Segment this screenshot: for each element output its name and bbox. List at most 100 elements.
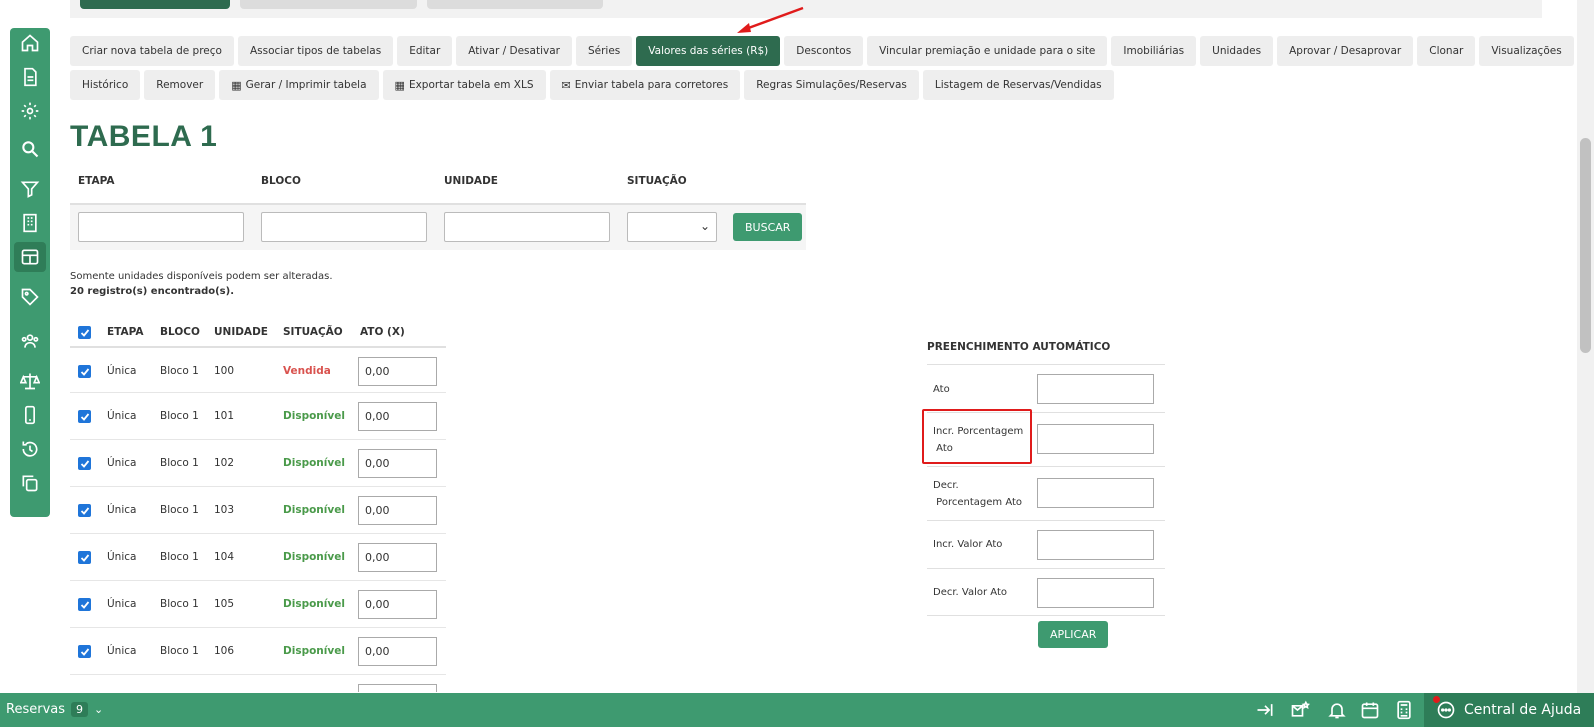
row-checkbox[interactable] bbox=[78, 645, 91, 658]
users-icon[interactable] bbox=[14, 326, 46, 356]
auto-incr-valor-input[interactable] bbox=[1037, 530, 1154, 560]
table-row-partial bbox=[70, 675, 446, 692]
top-tab-2[interactable] bbox=[240, 0, 417, 9]
check-icon bbox=[80, 367, 89, 376]
table-icon[interactable] bbox=[14, 242, 46, 272]
visualizacoes-button[interactable]: Visualizações bbox=[1479, 36, 1574, 66]
top-tab-1[interactable] bbox=[80, 0, 230, 9]
ato-input[interactable]: 0,00 bbox=[358, 357, 437, 386]
ato-input[interactable]: 0,00 bbox=[358, 637, 437, 666]
listagem-reservas-button[interactable]: Listagem de Reservas/Vendidas bbox=[922, 70, 1114, 100]
row-checkbox[interactable] bbox=[78, 410, 91, 423]
auto-incr-pct-input[interactable] bbox=[1037, 424, 1154, 454]
cell-unidade: 100 bbox=[214, 365, 235, 377]
series-button[interactable]: Séries bbox=[575, 36, 633, 66]
bloco-input[interactable] bbox=[261, 212, 427, 242]
etapa-input[interactable] bbox=[78, 212, 244, 242]
aprovar-desaprovar-button[interactable]: Aprovar / Desaprovar bbox=[1277, 36, 1414, 66]
auto-decr-pct-row: Decr. Porcentagem Ato bbox=[927, 466, 1165, 520]
clonar-button[interactable]: Clonar bbox=[1417, 36, 1476, 66]
unidade-input[interactable] bbox=[444, 212, 610, 242]
row-checkbox[interactable] bbox=[78, 457, 91, 470]
exportar-xls-button[interactable]: ▦ Exportar tabela em XLS bbox=[382, 70, 546, 100]
ato-input[interactable]: 0,00 bbox=[358, 496, 437, 525]
header-unidade: UNIDADE bbox=[214, 326, 268, 338]
scale-icon[interactable] bbox=[14, 366, 46, 396]
chat-icon bbox=[1437, 701, 1455, 719]
unidades-button[interactable]: Unidades bbox=[1200, 36, 1274, 66]
notification-dot bbox=[1433, 696, 1440, 703]
bell-icon[interactable] bbox=[1327, 700, 1347, 720]
ativar-desativar-button[interactable]: Ativar / Desativar bbox=[456, 36, 572, 66]
building-icon[interactable] bbox=[14, 208, 46, 238]
ato-input[interactable]: 0,00 bbox=[358, 543, 437, 572]
cell-unidade: 106 bbox=[214, 645, 235, 657]
buscar-button[interactable]: BUSCAR bbox=[733, 213, 803, 241]
gerar-imprimir-label: Gerar / Imprimir tabela bbox=[245, 79, 367, 91]
ato-input[interactable]: 0,00 bbox=[358, 590, 437, 619]
regras-simulacoes-button[interactable]: Regras Simulações/Reservas bbox=[744, 70, 919, 100]
remover-button[interactable]: Remover bbox=[144, 70, 216, 100]
history-icon[interactable] bbox=[14, 434, 46, 464]
enviar-corretores-label: Enviar tabela para corretores bbox=[574, 79, 729, 91]
vertical-scrollbar[interactable] bbox=[1577, 0, 1594, 693]
row-checkbox[interactable] bbox=[78, 365, 91, 378]
calendar-icon[interactable] bbox=[1360, 700, 1380, 720]
row-checkbox[interactable] bbox=[78, 504, 91, 517]
cell-situacao: Disponível bbox=[283, 457, 345, 469]
auto-ato-input[interactable] bbox=[1037, 374, 1154, 404]
cell-situacao: Disponível bbox=[283, 645, 345, 657]
editar-button[interactable]: Editar bbox=[397, 36, 453, 66]
calculator-icon[interactable] bbox=[1394, 700, 1414, 720]
table-row: Única Bloco 1 102 Disponível 0,00 bbox=[70, 440, 446, 487]
vincular-premiacao-button[interactable]: Vincular premiação e unidade para o site bbox=[867, 36, 1108, 66]
gerar-imprimir-button[interactable]: ▦ Gerar / Imprimir tabela bbox=[219, 70, 379, 100]
ato-input[interactable] bbox=[358, 684, 437, 692]
auto-decr-valor-input[interactable] bbox=[1037, 578, 1154, 608]
row-checkbox[interactable] bbox=[78, 598, 91, 611]
cell-etapa: Única bbox=[107, 551, 137, 563]
table-row: Única Bloco 1 100 Vendida 0,00 bbox=[70, 346, 446, 393]
table-body: Única Bloco 1 100 Vendida 0,00 Única Bloco 1 10… bbox=[70, 346, 446, 675]
auto-ato-label: Ato bbox=[933, 384, 950, 395]
document-icon[interactable] bbox=[14, 62, 46, 92]
valores-series-button[interactable]: Valores das séries (R$) bbox=[636, 36, 781, 66]
auto-fill-panel: PREENCHIMENTO AUTOMÁTICO Ato Incr. Porce… bbox=[927, 338, 1165, 616]
envelope-icon: ✉ bbox=[561, 78, 571, 92]
enviar-corretores-button[interactable]: ✉ Enviar tabela para corretores bbox=[549, 70, 741, 100]
check-icon bbox=[80, 600, 89, 609]
home-icon[interactable] bbox=[14, 28, 46, 58]
search-icon[interactable] bbox=[14, 134, 46, 164]
collapse-right-icon[interactable] bbox=[1255, 700, 1275, 720]
central-ajuda-label: Central de Ajuda bbox=[1464, 702, 1582, 718]
historico-button[interactable]: Histórico bbox=[70, 70, 141, 100]
mobile-icon[interactable] bbox=[14, 400, 46, 430]
ato-input[interactable]: 0,00 bbox=[358, 402, 437, 431]
mail-star-icon[interactable] bbox=[1290, 700, 1311, 720]
aplicar-button[interactable]: APLICAR bbox=[1038, 621, 1109, 648]
cell-unidade: 104 bbox=[214, 551, 235, 563]
table-row: Única Bloco 1 104 Disponível 0,00 bbox=[70, 534, 446, 581]
scrollbar-thumb[interactable] bbox=[1580, 138, 1591, 353]
reservas-toggle[interactable]: Reservas 9 ⌄ bbox=[6, 702, 103, 717]
filter-icon[interactable] bbox=[14, 174, 46, 204]
associar-tipos-button[interactable]: Associar tipos de tabelas bbox=[237, 36, 394, 66]
header-ato: ATO (X) bbox=[360, 326, 405, 338]
imobiliarias-button[interactable]: Imobiliárias bbox=[1111, 36, 1197, 66]
select-all-checkbox[interactable] bbox=[78, 326, 91, 339]
auto-decr-pct-input[interactable] bbox=[1037, 478, 1154, 508]
gear-icon[interactable] bbox=[14, 96, 46, 126]
tag-icon[interactable] bbox=[14, 282, 46, 312]
situacao-select[interactable]: ⌄ bbox=[627, 212, 717, 242]
descontos-button[interactable]: Descontos bbox=[784, 36, 864, 66]
page-title: TABELA 1 bbox=[70, 120, 218, 153]
cell-etapa: Única bbox=[107, 365, 137, 377]
table-row: Única Bloco 1 106 Disponível 0,00 bbox=[70, 628, 446, 675]
copy-icon[interactable] bbox=[14, 468, 46, 498]
row-checkbox[interactable] bbox=[78, 551, 91, 564]
cell-bloco: Bloco 1 bbox=[160, 598, 199, 610]
top-tab-3[interactable] bbox=[427, 0, 603, 9]
ato-input[interactable]: 0,00 bbox=[358, 449, 437, 478]
criar-tabela-button[interactable]: Criar nova tabela de preço bbox=[70, 36, 234, 66]
central-ajuda-button[interactable]: Central de Ajuda bbox=[1424, 693, 1594, 727]
